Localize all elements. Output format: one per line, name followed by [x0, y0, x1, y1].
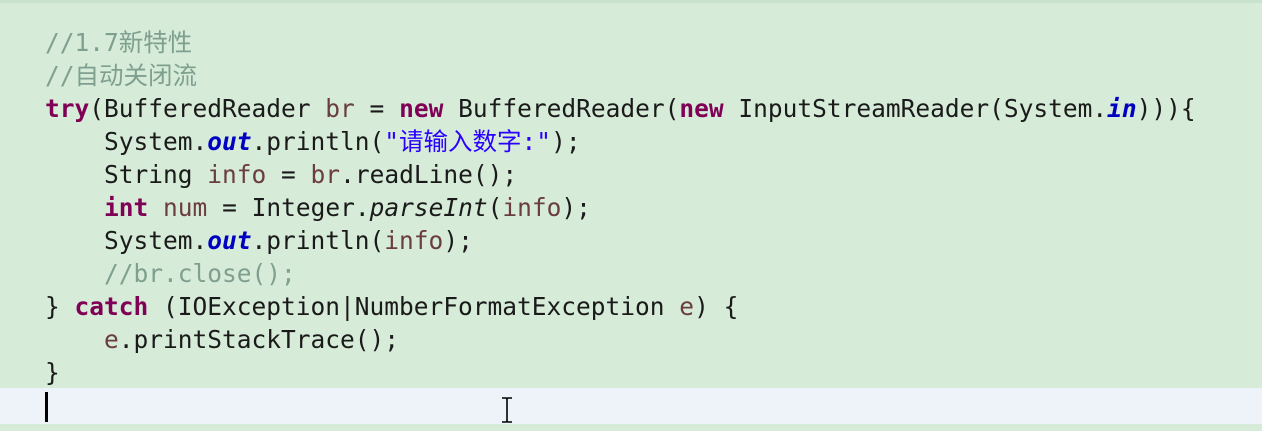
code-token-keyword: try — [45, 94, 90, 123]
code-line[interactable]: System.out.println(info); — [45, 224, 473, 257]
code-token-plain: = — [354, 94, 400, 123]
code-token-plain: ); — [561, 193, 591, 222]
code-token-static-field: out — [207, 127, 252, 156]
i-beam-cursor-icon — [502, 397, 512, 423]
code-token-plain: ( — [487, 193, 503, 222]
code-token-plain: = Integer. — [207, 193, 370, 222]
code-line[interactable]: //br.close(); — [45, 257, 296, 290]
code-token-comment: //自动关闭流 — [45, 61, 197, 90]
code-token-comment: //br.close(); — [104, 259, 296, 288]
code-token-plain: BufferedReader( — [443, 94, 680, 123]
code-line[interactable]: try(BufferedReader br = new BufferedRead… — [45, 92, 1196, 125]
code-token-static-field: out — [207, 226, 252, 255]
code-token-plain: (BufferedReader — [89, 94, 326, 123]
code-token-plain: .readLine(); — [340, 160, 518, 189]
code-line[interactable]: e.printStackTrace(); — [45, 323, 399, 356]
code-token-keyword: int — [104, 193, 149, 222]
code-token-plain: ); — [443, 226, 473, 255]
code-editor[interactable]: //1.7新特性//自动关闭流 try(BufferedReader br = n… — [0, 0, 1262, 431]
code-token-plain: } — [45, 358, 60, 387]
code-token-plain: .println( — [251, 226, 385, 255]
code-token-local-variable: info — [384, 226, 444, 255]
code-token-string: "请输入数字:" — [384, 127, 552, 156]
code-token-plain: } — [45, 292, 75, 321]
code-token-plain: System. — [45, 226, 208, 255]
code-token-local-variable: info — [207, 160, 267, 189]
code-token-local-variable: e — [104, 325, 119, 354]
code-token-local-variable: br — [325, 94, 355, 123]
code-token-local-variable: num — [163, 193, 208, 222]
code-token-plain: .printStackTrace(); — [118, 325, 400, 354]
code-line[interactable]: String info = br.readLine(); — [45, 158, 517, 191]
code-token-plain: ) { — [694, 292, 739, 321]
code-token-plain: ))){ — [1136, 94, 1196, 123]
code-line[interactable]: //1.7新特性 — [45, 26, 192, 59]
code-token-static-method: parseInt — [369, 193, 488, 222]
code-token-plain: String — [45, 160, 208, 189]
code-token-local-variable: e — [679, 292, 695, 321]
code-token-plain: System. — [45, 127, 208, 156]
code-token-static-field: in — [1107, 94, 1137, 123]
editor-top-edge — [0, 0, 1262, 3]
code-token-plain: .println( — [251, 127, 385, 156]
code-token-plain: ); — [551, 127, 581, 156]
code-line[interactable]: int num = Integer.parseInt(info); — [45, 191, 591, 224]
code-token-plain: = — [266, 160, 311, 189]
code-token-local-variable: info — [502, 193, 562, 222]
code-token-plain: (IOException|NumberFormatException — [148, 292, 680, 321]
code-token-keyword: new — [679, 94, 724, 123]
code-line[interactable]: } catch (IOException|NumberFormatExcepti… — [45, 290, 738, 323]
text-caret — [45, 392, 48, 422]
code-line[interactable]: //自动关闭流 — [45, 59, 197, 92]
code-token-keyword: new — [399, 94, 444, 123]
code-token-keyword: catch — [74, 292, 149, 321]
code-line[interactable]: System.out.println("请输入数字:"); — [45, 125, 581, 158]
current-line-highlight — [0, 388, 1262, 424]
code-token-plain: InputStreamReader(System. — [723, 94, 1108, 123]
code-line[interactable]: } — [45, 356, 60, 389]
code-token-comment: //1.7新特性 — [45, 28, 193, 57]
code-token-local-variable: br — [310, 160, 341, 189]
